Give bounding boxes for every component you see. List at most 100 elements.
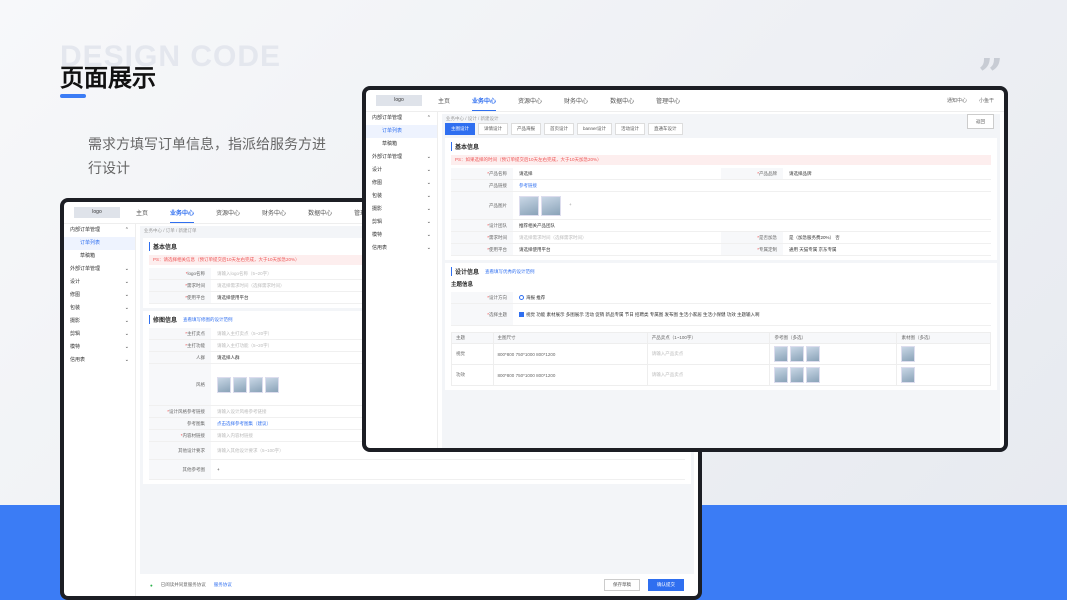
product-thumb[interactable] — [519, 195, 539, 216]
style-thumb[interactable] — [217, 376, 231, 393]
custom-radio-group[interactable]: 通用 天猫专属 京东专属 — [783, 245, 991, 255]
sidebar-item-credit[interactable]: 信用表 ⌄ — [366, 242, 437, 255]
section-title-text: 基本信息 — [455, 145, 480, 151]
reference-thumb[interactable] — [806, 367, 821, 383]
brand-select[interactable]: 请选择品牌 — [783, 169, 991, 179]
user-menu[interactable]: 小鱼干 — [979, 97, 994, 104]
tab-main-image[interactable]: 主图设计 — [445, 123, 475, 135]
grid-header-cell: 素材图（多选） — [896, 332, 991, 344]
sidebar-item-label: 内部订单管理 — [372, 115, 403, 121]
tab-detail[interactable]: 详情设计 — [478, 123, 508, 135]
grid-sizes[interactable]: 800*800 750*1000 800*1200 — [492, 364, 648, 386]
upload-add-button[interactable]: + — [211, 465, 685, 474]
grid-material[interactable] — [896, 343, 991, 365]
chevron-down-icon: ⌄ — [124, 305, 129, 311]
nav-data[interactable]: 数据中心 — [610, 96, 634, 105]
sidebar-item-external[interactable]: 外部订单管理 ⌄ — [64, 263, 135, 276]
grid-reference[interactable] — [769, 364, 898, 386]
field-label: 参考图集 — [149, 418, 211, 429]
sidebar-item-design[interactable]: 设计 ⌄ — [64, 276, 135, 289]
platform-select[interactable]: 请选择使用平台 — [513, 245, 721, 255]
nav-manage[interactable]: 管理中心 — [656, 96, 680, 105]
sidebar-item-edit[interactable]: 剪辑 ⌄ — [64, 328, 135, 341]
tab-through-train[interactable]: 直通车设计 — [648, 123, 683, 135]
grid-point-input[interactable]: 请输入产品卖点 — [646, 364, 771, 386]
tab-activity[interactable]: 活动设计 — [615, 123, 646, 135]
sidebar-item-photo[interactable]: 摄影 ⌄ — [366, 203, 437, 216]
nav-business[interactable]: 业务中心 — [170, 208, 195, 223]
sidebar-item-retouch[interactable]: 修图 ⌄ — [64, 289, 135, 302]
grid-sizes[interactable]: 800*800 750*1000 800*1200 — [492, 343, 648, 365]
nav-resource[interactable]: 资源中心 — [216, 208, 240, 217]
save-draft-button[interactable]: 保存草稿 — [604, 579, 640, 591]
field-label: 风格 — [149, 364, 211, 405]
sidebar-item-package[interactable]: 包装 ⌄ — [64, 302, 135, 315]
sidebar-item-drafts[interactable]: 草稿箱 — [366, 138, 437, 151]
sidebar-item-edit[interactable]: 剪辑 ⌄ — [366, 216, 437, 229]
product-images: + — [513, 194, 991, 218]
agreement-link[interactable]: 服务协议 — [214, 582, 232, 588]
product-thumb[interactable] — [541, 195, 561, 216]
sidebar-item-photo[interactable]: 摄影 ⌄ — [64, 315, 135, 328]
urgent-radio-group[interactable]: 是（加急服务费20%） 否 — [783, 233, 991, 243]
reference-thumb[interactable] — [774, 346, 789, 362]
submit-button[interactable]: 确认提交 — [648, 579, 684, 591]
grid-reference[interactable] — [769, 343, 898, 365]
reference-thumb[interactable] — [806, 346, 821, 362]
sidebar-item-model[interactable]: 模特 ⌄ — [366, 229, 437, 242]
direction-radio-group[interactable]: 海报 推荐 — [513, 293, 991, 303]
grid-material[interactable] — [896, 364, 991, 386]
nav-data[interactable]: 数据中心 — [308, 208, 332, 217]
nav-finance[interactable]: 财务中心 — [564, 96, 588, 105]
sidebar-item-internal[interactable]: 内部订单管理 ⌃ — [366, 112, 437, 125]
tab-poster[interactable]: 产品海报 — [511, 123, 541, 135]
material-thumb[interactable] — [901, 346, 916, 362]
back-button[interactable]: 返回 — [967, 114, 994, 129]
tab-banner[interactable]: banner设计 — [577, 123, 613, 135]
sidebar-item-label: 修图 — [70, 292, 81, 298]
product-link[interactable]: 参考链接 — [513, 181, 991, 191]
sidebar-item-model[interactable]: 模特 ⌄ — [64, 341, 135, 354]
reference-thumb[interactable] — [774, 367, 789, 383]
sidebar-item-external[interactable]: 外部订单管理 ⌄ — [366, 151, 437, 164]
sidebar-item-order-list[interactable]: 订单列表 — [64, 237, 135, 250]
sidebar-item-order-list[interactable]: 订单列表 — [366, 125, 437, 138]
chevron-up-icon: ⌃ — [426, 115, 431, 121]
field-label: * 产品名称 — [451, 168, 513, 179]
style-thumb[interactable] — [265, 376, 279, 393]
style-thumb[interactable] — [249, 376, 263, 393]
product-name-select[interactable]: 请选择 — [513, 169, 721, 179]
laptop-screen-front: logo 主页 业务中心 资源中心 财务中心 数据中心 管理中心 通知中心 小鱼… — [362, 86, 1008, 452]
style-thumb[interactable] — [233, 376, 247, 393]
grid-point-input[interactable]: 请输入产品卖点 — [646, 343, 771, 365]
nav-business[interactable]: 业务中心 — [472, 96, 497, 111]
theme-checkbox-group[interactable]: 视觉 功能 素材展示 多图展示 活动 促销 新品专属 节日 招聘类 专属图 发布… — [513, 310, 991, 320]
chevron-down-icon: ⌄ — [426, 232, 431, 238]
nav-resource[interactable]: 资源中心 — [518, 96, 542, 105]
sidebar-item-drafts[interactable]: 草稿箱 — [64, 250, 135, 263]
logo: logo — [74, 207, 120, 218]
sidebar-item-retouch[interactable]: 修图 ⌄ — [366, 177, 437, 190]
example-link[interactable]: 查看填写优秀的设计范例 — [485, 269, 535, 275]
sidebar-item-internal[interactable]: 内部订单管理 ⌃ — [64, 224, 135, 237]
date-input[interactable]: 请选择需求时间（选择需求时间） — [513, 233, 721, 243]
notification-center[interactable]: 通知中心 — [947, 97, 967, 104]
reference-thumb[interactable] — [790, 346, 805, 362]
add-image-button[interactable]: + — [563, 196, 578, 216]
example-link[interactable]: 查看填写修图的设计范例 — [183, 317, 233, 323]
nav-home[interactable]: 主页 — [438, 96, 450, 105]
sidebar-item-package[interactable]: 包装 ⌄ — [366, 190, 437, 203]
sidebar-item-design[interactable]: 设计 ⌄ — [366, 164, 437, 177]
nav-home[interactable]: 主页 — [136, 208, 148, 217]
sidebar-item-label: 剪辑 — [372, 219, 383, 225]
reference-thumb[interactable] — [790, 367, 805, 383]
sidebar-item-label: 摄影 — [70, 318, 81, 324]
team-select[interactable]: 推荐相关产品团队 — [513, 221, 991, 231]
title-underline — [60, 94, 86, 98]
material-thumb[interactable] — [901, 367, 916, 383]
check-circle-icon[interactable]: ● — [150, 583, 153, 588]
nav-finance[interactable]: 财务中心 — [262, 208, 286, 217]
tab-homepage[interactable]: 首页设计 — [544, 123, 574, 135]
sidebar-item-credit[interactable]: 信用表 ⌄ — [64, 354, 135, 367]
theme-options: 视觉 功能 素材展示 多图展示 活动 促销 新品专属 节日 招聘类 专属图 发布… — [526, 311, 760, 317]
